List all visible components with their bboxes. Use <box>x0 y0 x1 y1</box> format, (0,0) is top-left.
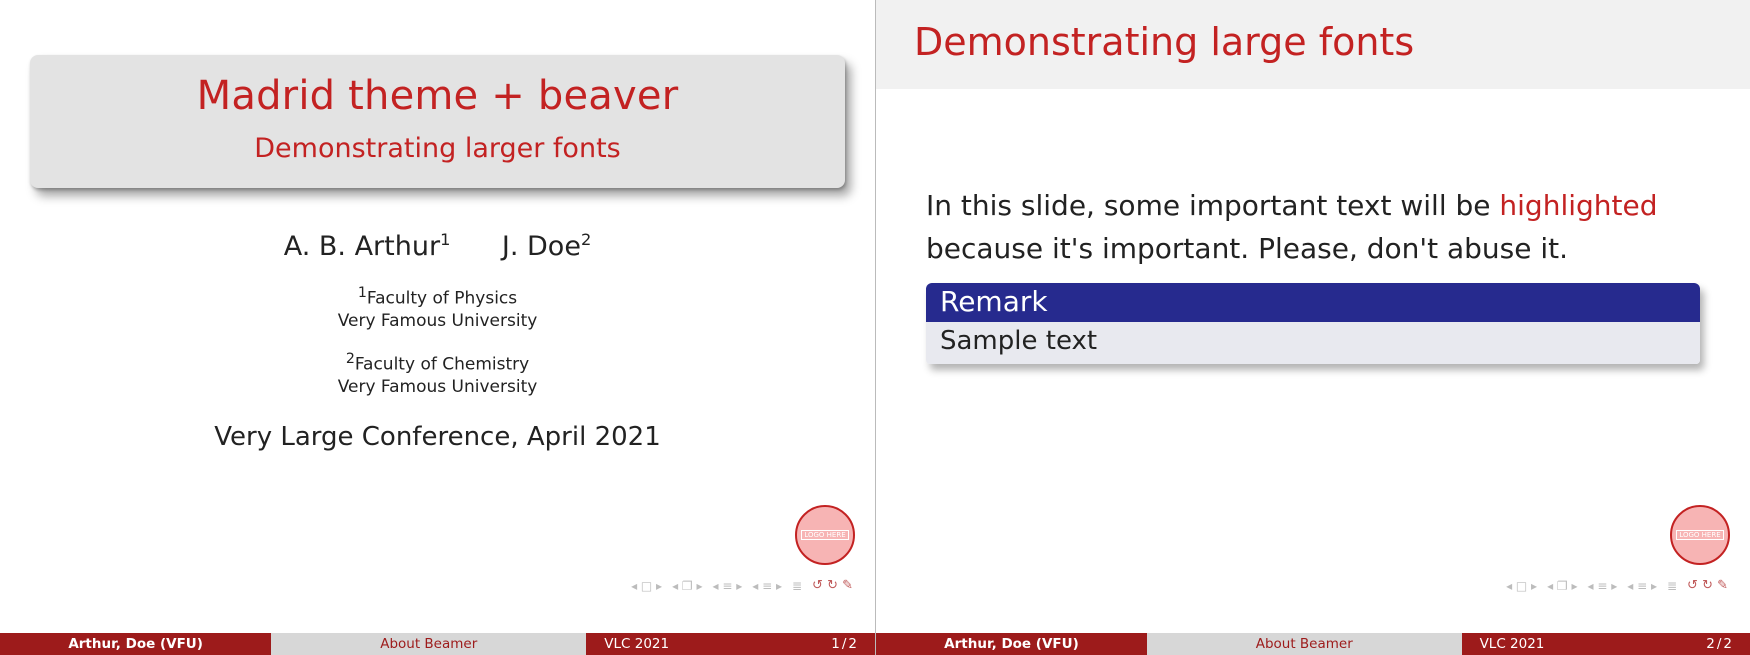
frametitle-bar: Demonstrating large fonts <box>876 0 1750 89</box>
body-paragraph: In this slide, some important text will … <box>876 184 1750 271</box>
foot-venue-page: VLC 2021 1/2 <box>586 633 875 655</box>
foot-author: Arthur, Doe (VFU) <box>0 633 271 655</box>
title-block: Madrid theme + beaver Demonstrating larg… <box>30 55 845 188</box>
foot-page: 2/2 <box>1706 636 1732 652</box>
authors-line: A. B. Arthur1 J. Doe2 <box>0 230 875 262</box>
frametitle: Demonstrating large fonts <box>914 20 1720 64</box>
foot-venue-page: VLC 2021 2/2 <box>1462 633 1750 655</box>
foot-title: About Beamer <box>271 633 586 655</box>
affil-1-dept: Faculty of Physics <box>367 289 517 309</box>
alert-text: highlighted <box>1499 189 1657 222</box>
foot-page: 1/2 <box>831 636 857 652</box>
body-text-pre: In this slide, some important text will … <box>926 189 1499 222</box>
nav-back-forward-icon[interactable]: ↺ ↻ ✎ <box>812 578 853 593</box>
nav-slide-icon[interactable]: ◂ □ ▸ <box>1506 579 1537 593</box>
presentation-subtitle: Demonstrating larger fonts <box>40 133 835 164</box>
affil-2-dept: Faculty of Chemistry <box>355 355 529 375</box>
logo-text: LOGO HERE <box>1676 530 1723 540</box>
logo-placeholder: LOGO HERE <box>795 505 855 565</box>
logo-placeholder: LOGO HERE <box>1670 505 1730 565</box>
nav-subsection-icon[interactable]: ◂ ≡ ▸ <box>713 579 743 593</box>
remark-body: Sample text <box>926 322 1700 364</box>
slide-title: Madrid theme + beaver Demonstrating larg… <box>0 0 875 655</box>
body-text-post: because it's important. Please, don't ab… <box>926 232 1568 265</box>
foot-title: About Beamer <box>1147 633 1462 655</box>
author-1-affil-mark: 1 <box>440 230 450 249</box>
remark-block: Remark Sample text <box>926 283 1700 364</box>
affiliation-2: 2Faculty of Chemistry Very Famous Univer… <box>0 350 875 398</box>
author-2-affil-mark: 2 <box>581 230 591 249</box>
nav-symbols[interactable]: ◂ □ ▸ ◂ ❐ ▸ ◂ ≡ ▸ ◂ ≡ ▸ ≣ ↺ ↻ ✎ <box>631 578 853 593</box>
affil-2-mark: 2 <box>346 351 355 367</box>
author-1: A. B. Arthur <box>284 231 440 262</box>
author-2: J. Doe <box>502 231 581 262</box>
foot-author: Arthur, Doe (VFU) <box>876 633 1147 655</box>
logo-text: LOGO HERE <box>801 530 848 540</box>
presentation-title: Madrid theme + beaver <box>40 73 835 119</box>
nav-section-icon[interactable]: ◂ ≡ ▸ <box>752 579 782 593</box>
conference-line: Very Large Conference, April 2021 <box>0 422 875 452</box>
page: Madrid theme + beaver Demonstrating larg… <box>0 0 1750 655</box>
slide-frame: Demonstrating large fonts In this slide,… <box>875 0 1750 655</box>
footline: Arthur, Doe (VFU) About Beamer VLC 2021 … <box>0 633 875 655</box>
foot-venue: VLC 2021 <box>604 636 669 652</box>
nav-frame-icon[interactable]: ◂ ❐ ▸ <box>1547 579 1577 593</box>
remark-title: Remark <box>926 283 1700 322</box>
foot-venue: VLC 2021 <box>1480 636 1545 652</box>
affiliation-1: 1Faculty of Physics Very Famous Universi… <box>0 284 875 332</box>
nav-doc-icon[interactable]: ≣ <box>792 579 802 593</box>
nav-section-icon[interactable]: ◂ ≡ ▸ <box>1627 579 1657 593</box>
affil-2-univ: Very Famous University <box>338 377 538 397</box>
nav-doc-icon[interactable]: ≣ <box>1667 579 1677 593</box>
affil-1-mark: 1 <box>358 285 367 301</box>
nav-slide-icon[interactable]: ◂ □ ▸ <box>631 579 662 593</box>
nav-subsection-icon[interactable]: ◂ ≡ ▸ <box>1588 579 1618 593</box>
nav-symbols[interactable]: ◂ □ ▸ ◂ ❐ ▸ ◂ ≡ ▸ ◂ ≡ ▸ ≣ ↺ ↻ ✎ <box>1506 578 1728 593</box>
footline: Arthur, Doe (VFU) About Beamer VLC 2021 … <box>876 633 1750 655</box>
nav-back-forward-icon[interactable]: ↺ ↻ ✎ <box>1687 578 1728 593</box>
nav-frame-icon[interactable]: ◂ ❐ ▸ <box>672 579 702 593</box>
affil-1-univ: Very Famous University <box>338 311 538 331</box>
